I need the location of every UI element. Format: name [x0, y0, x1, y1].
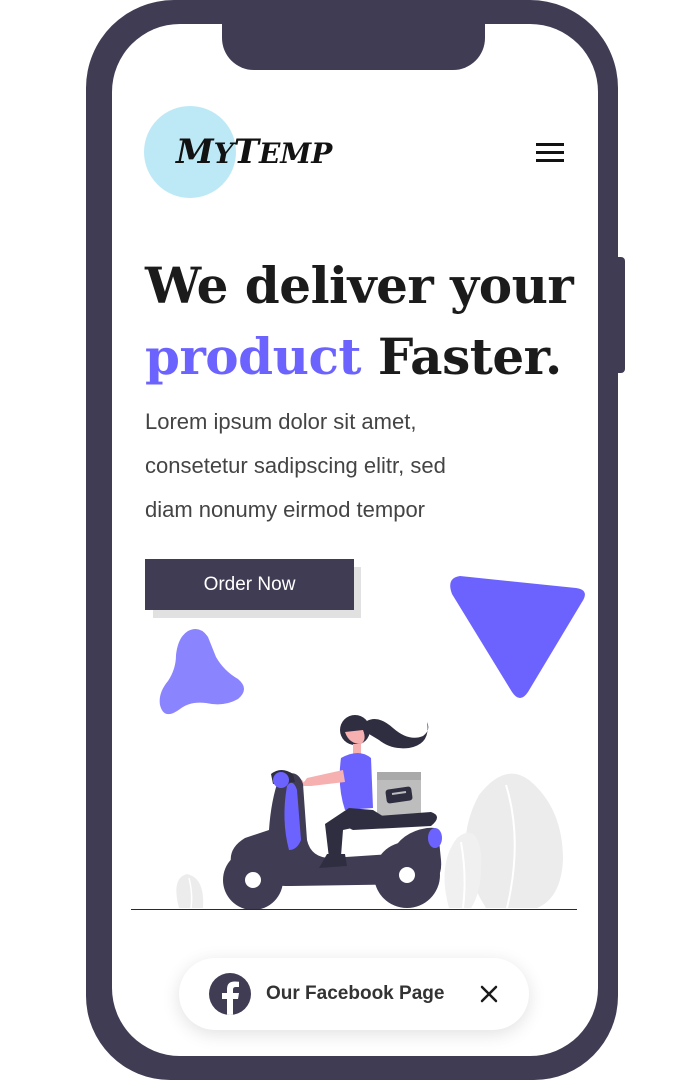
order-now-button[interactable]: Order Now [145, 559, 354, 610]
logo-initial-m: M [176, 132, 214, 172]
close-icon[interactable] [477, 982, 501, 1006]
hero-description: Lorem ipsum dolor sit amet, consetetur s… [145, 400, 545, 532]
facebook-page-link[interactable]: Our Facebook Page [266, 980, 444, 1008]
hero-title: We deliver your product Faster. [145, 250, 574, 392]
facebook-icon[interactable] [209, 973, 251, 1015]
hamburger-menu-icon[interactable] [534, 140, 566, 166]
logo-rest-y: Y [213, 137, 234, 170]
hero-title-accent: product [145, 327, 362, 386]
hero-title-rest: Faster. [361, 327, 562, 386]
facebook-page-bar[interactable]: Our Facebook Page [179, 958, 529, 1030]
hero-description-line: consetetur sadipscing elitr, sed [145, 453, 446, 478]
ground-line [131, 909, 577, 910]
logo-initial-t: T [233, 132, 259, 172]
triangle-shape [450, 576, 585, 698]
phone-side-button [614, 257, 625, 373]
hero-description-line: Lorem ipsum dolor sit amet, [145, 409, 417, 434]
hero-title-line1: We deliver your [145, 256, 574, 315]
logo-rest-emp: EMP [258, 137, 333, 170]
phone-notch [222, 0, 485, 70]
hero-description-line: diam nonumy eirmod tempor [145, 497, 426, 522]
delivery-scooter-rider-illustration [176, 715, 563, 910]
logo[interactable]: MYTEMP [176, 128, 332, 176]
